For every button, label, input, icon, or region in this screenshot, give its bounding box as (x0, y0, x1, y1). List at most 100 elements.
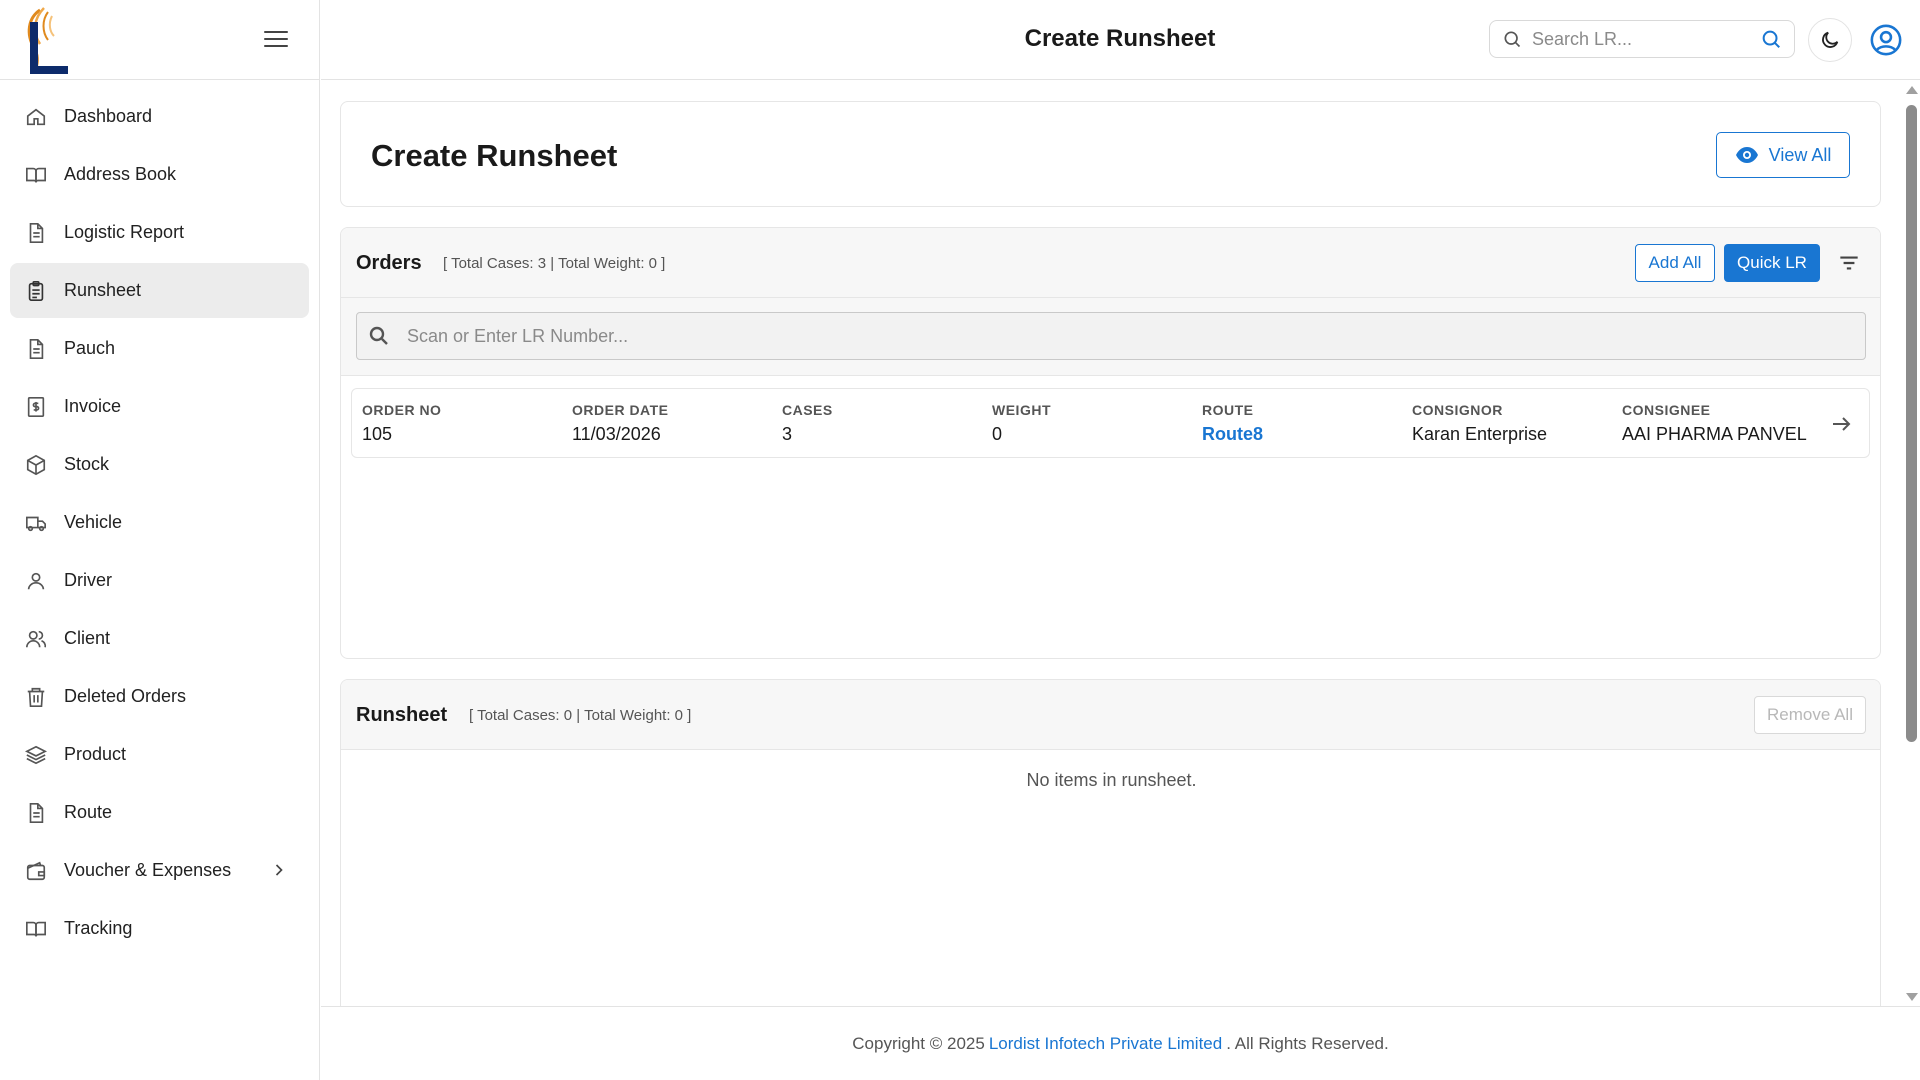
layers-icon (24, 743, 48, 767)
runsheet-title: Runsheet (356, 704, 448, 726)
sidebar-item-route[interactable]: Route (10, 785, 309, 840)
sidebar-item-label: Address Book (64, 164, 177, 184)
route-cell: ROUTE Route8 (1202, 402, 1263, 445)
sidebar-item-invoice[interactable]: Invoice (10, 379, 309, 434)
sidebar-item-label: Product (64, 744, 127, 764)
weight-cell: WEIGHT 0 (992, 402, 1051, 445)
sidebar-item-client[interactable]: Client (10, 611, 309, 666)
sidebar: Dashboard Address Book Logistic Report R… (0, 0, 320, 1080)
sidebar-item-label: Vehicle (64, 512, 123, 532)
clipboard-icon (24, 279, 48, 303)
lr-search-input[interactable] (1532, 28, 1742, 50)
cases-value: 3 (782, 424, 793, 444)
scroll-up-arrow[interactable] (1906, 86, 1918, 94)
sidebar-item-logistic-report[interactable]: Logistic Report (10, 205, 309, 260)
runsheet-empty-message: No items in runsheet. (1026, 770, 1197, 790)
order-date-value: 11/03/2026 (572, 424, 661, 444)
lr-scan-input[interactable] (407, 325, 1807, 347)
sidebar-item-dashboard[interactable]: Dashboard (10, 89, 309, 144)
topbar: Create Runsheet (321, 0, 1920, 80)
add-all-button[interactable]: Add All (1635, 244, 1715, 282)
sidebar-item-label: Dashboard (64, 106, 153, 126)
sidebar-item-voucher-expenses[interactable]: Voucher & Expenses (10, 843, 309, 898)
column-label: CASES (782, 402, 833, 418)
book-icon (24, 163, 48, 187)
column-label: ORDER NO (362, 402, 442, 418)
trash-icon (24, 685, 48, 709)
search-icon (1504, 31, 1521, 48)
quick-lr-button[interactable]: Quick LR (1724, 244, 1820, 282)
sidebar-item-stock[interactable]: Stock (10, 437, 309, 492)
column-label: CONSIGNEE (1622, 402, 1711, 418)
page-header-card: Create Runsheet View All (340, 101, 1881, 207)
column-label: ROUTE (1202, 402, 1254, 418)
document-icon (24, 337, 48, 361)
menu-toggle-icon[interactable] (264, 28, 288, 52)
scan-box[interactable] (356, 312, 1866, 360)
sidebar-nav: Dashboard Address Book Logistic Report R… (0, 80, 319, 956)
orders-title: Orders (356, 252, 422, 274)
cases-cell: CASES 3 (782, 402, 833, 445)
users-icon (24, 627, 48, 651)
filter-icon[interactable] (1836, 250, 1862, 276)
search-submit-icon[interactable] (1760, 28, 1782, 50)
view-all-button[interactable]: View All (1716, 132, 1850, 178)
document-icon (24, 221, 48, 245)
sidebar-item-label: Driver (64, 570, 112, 590)
column-label: ORDER DATE (572, 402, 669, 418)
book-icon (24, 917, 48, 941)
box-icon (24, 453, 48, 477)
sidebar-item-label: Tracking (64, 918, 133, 938)
order-no-cell: ORDER NO 105 (362, 402, 441, 445)
sidebar-item-label: Logistic Report (64, 222, 185, 242)
route-link[interactable]: Route8 (1202, 424, 1263, 445)
column-label: WEIGHT (992, 402, 1051, 418)
scan-area (341, 298, 1880, 376)
wallet-icon (24, 859, 48, 883)
page-heading: Create Runsheet (371, 138, 618, 173)
sidebar-item-vehicle[interactable]: Vehicle (10, 495, 309, 550)
sidebar-item-label: Stock (64, 454, 110, 474)
sidebar-item-deleted-orders[interactable]: Deleted Orders (10, 669, 309, 724)
copyright-prefix: Copyright © 2025 (852, 1033, 985, 1053)
truck-icon (24, 511, 48, 535)
sidebar-item-pauch[interactable]: Pauch (10, 321, 309, 376)
sidebar-item-runsheet[interactable]: Runsheet (10, 263, 309, 318)
sidebar-item-label: Route (64, 802, 113, 822)
consignor-value: Karan Enterprise (1412, 424, 1548, 444)
home-icon (24, 105, 48, 129)
account-button[interactable] (1864, 18, 1908, 62)
view-all-label: View All (1768, 144, 1832, 165)
chevron-right-icon[interactable] (269, 860, 289, 880)
sidebar-item-address-book[interactable]: Address Book (10, 147, 309, 202)
column-label: CONSIGNOR (1412, 402, 1503, 418)
scroll-down-arrow[interactable] (1906, 993, 1918, 1001)
document-icon (24, 801, 48, 825)
company-link[interactable]: Lordist Infotech Private Limited (989, 1034, 1222, 1054)
theme-toggle-button[interactable] (1808, 18, 1852, 62)
orders-summary: [ Total Cases: 3 | Total Weight: 0 ] (443, 255, 666, 272)
orders-panel-header: Orders [ Total Cases: 3 | Total Weight: … (341, 228, 1880, 298)
weight-value: 0 (992, 424, 1003, 444)
order-row[interactable]: ORDER NO 105 ORDER DATE 11/03/2026 CASES… (351, 388, 1870, 458)
company-logo[interactable] (18, 4, 74, 76)
arrow-right-icon[interactable] (1829, 412, 1853, 436)
sidebar-item-product[interactable]: Product (10, 727, 309, 782)
main-scrollbar[interactable] (1902, 81, 1920, 1006)
runsheet-panel: Runsheet [ Total Cases: 0 | Total Weight… (340, 679, 1881, 1006)
sidebar-item-label: Deleted Orders (64, 686, 187, 706)
remove-all-button[interactable]: Remove All (1754, 696, 1866, 734)
sidebar-item-tracking[interactable]: Tracking (10, 901, 309, 956)
search-icon (369, 326, 388, 345)
scroll-thumb[interactable] (1906, 105, 1917, 742)
main-content: Create Runsheet View All Orders [ Total … (321, 81, 1901, 1006)
moon-icon (1822, 31, 1839, 48)
sidebar-item-label: Client (64, 628, 111, 648)
sidebar-item-label: Pauch (64, 338, 116, 358)
sidebar-header (0, 0, 319, 80)
footer: Copyright © 2025 Lordist Infotech Privat… (321, 1006, 1920, 1080)
lr-search-box[interactable] (1489, 20, 1795, 58)
sidebar-item-driver[interactable]: Driver (10, 553, 309, 608)
account-circle-icon (1870, 24, 1902, 56)
eye-icon (1735, 147, 1758, 163)
